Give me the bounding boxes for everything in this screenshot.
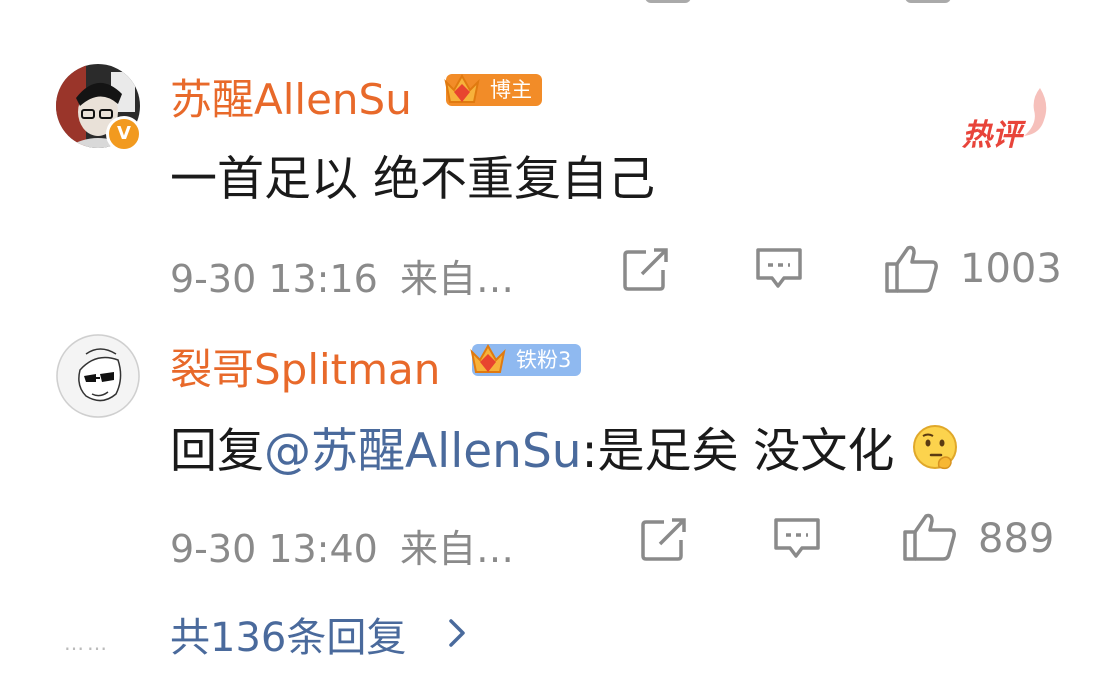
thinking-face-icon <box>913 425 958 470</box>
reply-body: :是足矣 没文化 <box>581 424 895 479</box>
thumb-up-icon[interactable] <box>902 512 958 562</box>
divider-dots: …… <box>64 631 110 655</box>
comment-meta: 9-30 13:16 来自… <box>170 248 514 303</box>
replies-footer: …… 共136条回复 <box>0 605 1099 661</box>
fan-badge[interactable]: 博主 <box>444 73 542 106</box>
chevron-right-icon[interactable] <box>446 617 468 649</box>
badge-label: 博主 <box>490 78 532 102</box>
hot-splash-icon <box>1024 88 1047 136</box>
verified-badge-icon: V <box>106 116 142 152</box>
comment-icon[interactable] <box>754 246 804 292</box>
username[interactable]: 裂哥Splitman <box>170 336 440 397</box>
share-icon[interactable] <box>622 248 670 292</box>
share-icon[interactable] <box>640 518 688 562</box>
share-icon[interactable] <box>645 0 691 3</box>
like-count: 1003 <box>960 246 1062 292</box>
previous-comment-meta-row <box>0 0 1099 8</box>
fan-badge[interactable]: 铁粉3 <box>470 343 582 376</box>
avatar[interactable] <box>56 334 140 418</box>
mention-link[interactable]: @苏醒AllenSu <box>264 424 582 479</box>
comment-time: 9-30 13:40 <box>170 527 378 571</box>
comment-source: 来自… <box>399 257 514 301</box>
more-replies-link[interactable]: 共136条回复 <box>170 605 406 663</box>
comment-time: 9-30 13:16 <box>170 257 378 301</box>
comment-text: 一首足以 绝不重复自己 <box>170 152 655 207</box>
crown-icon <box>444 73 480 103</box>
thumb-up-icon[interactable] <box>884 244 940 294</box>
comment-source: 来自… <box>399 527 514 571</box>
crown-icon <box>470 343 506 373</box>
comment-meta: 9-30 13:40 来自… <box>170 518 514 573</box>
comment-icon[interactable] <box>772 516 822 562</box>
badge-label: 铁粉3 <box>516 348 572 372</box>
thumb-up-icon[interactable] <box>905 0 951 3</box>
reply-prefix: 回复 <box>170 424 264 479</box>
comment-text: 回复@苏醒AllenSu:是足矣 没文化 <box>170 412 961 481</box>
like-count: 889 <box>978 516 1055 562</box>
username[interactable]: 苏醒AllenSu <box>170 66 412 127</box>
